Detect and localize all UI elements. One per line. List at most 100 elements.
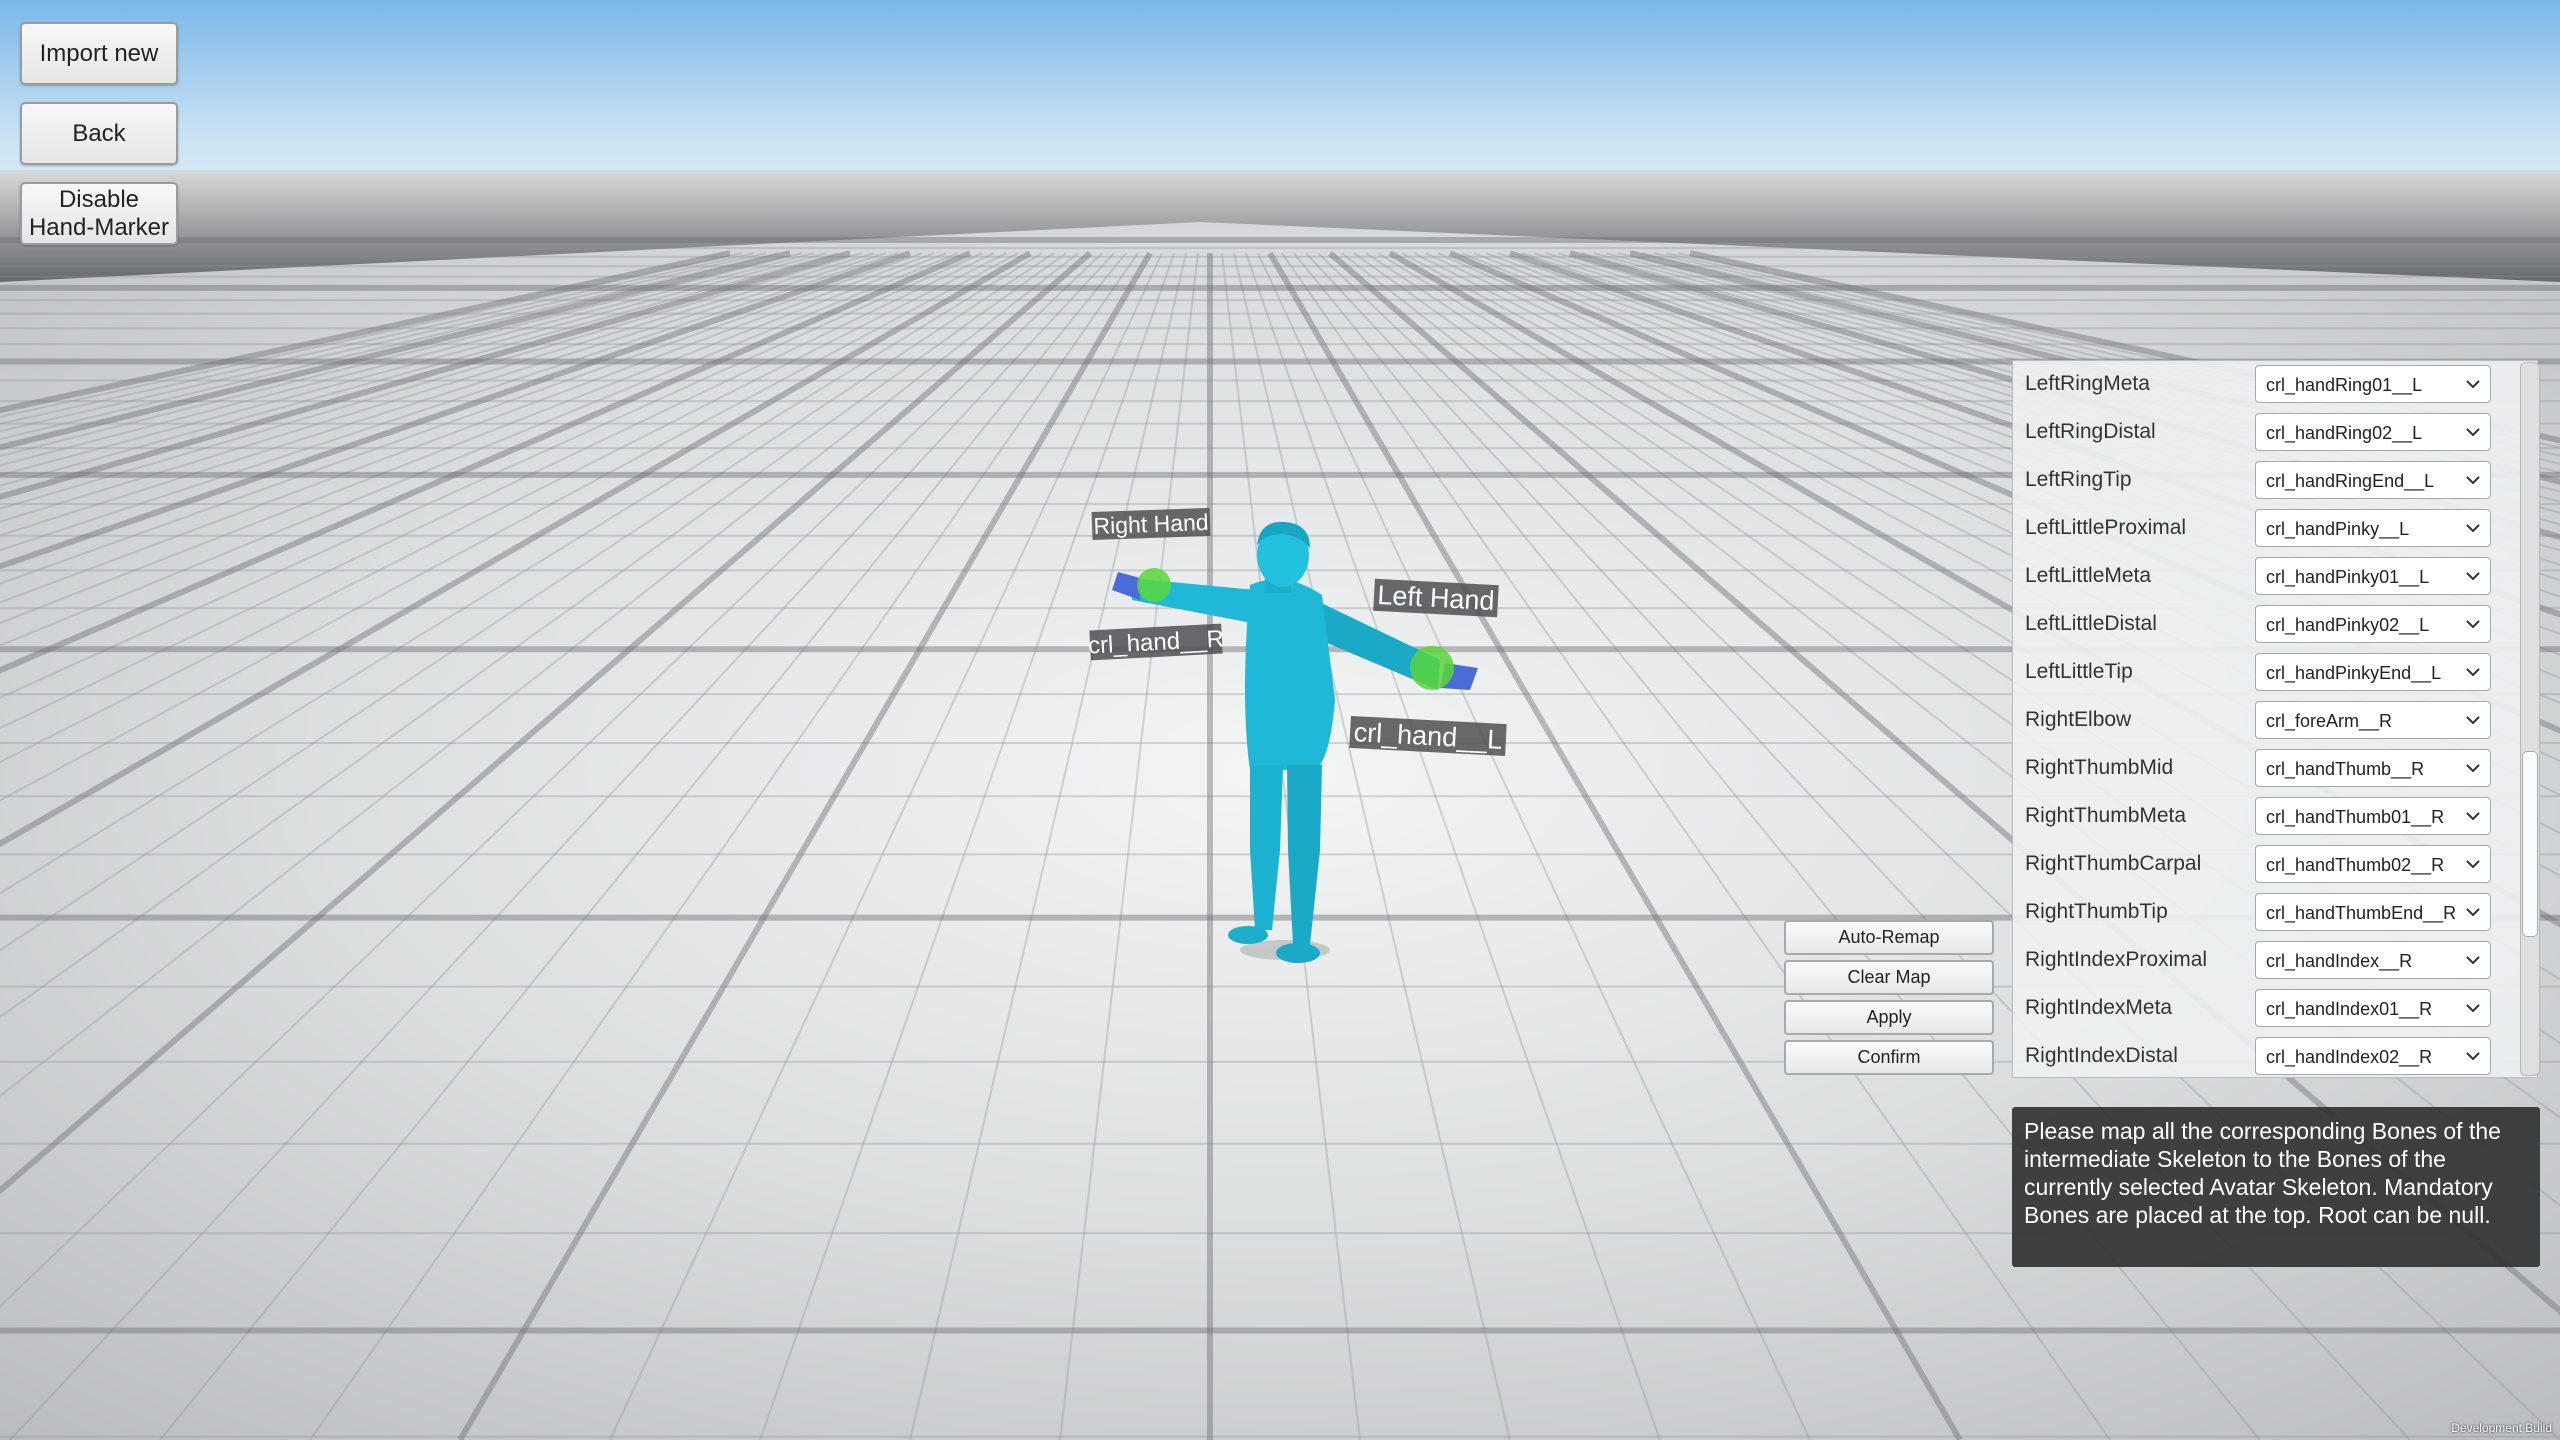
back-button[interactable]: Back [20,102,178,165]
bone-label: LeftLittleDistal [2025,612,2157,635]
mapping-row: LeftLittleTip crl_handPinkyEnd__L [2013,649,2513,697]
chevron-down-icon [2466,524,2480,533]
dropdown-value: crl_handIndex02__R [2266,1047,2433,1067]
chevron-down-icon [2466,668,2480,677]
mapping-row: RightThumbTip crl_handThumbEnd__R [2013,889,2513,937]
confirm-label: Confirm [1857,1047,1921,1067]
bone-label: RightThumbMid [2025,756,2174,779]
disable-hand-marker-line2: Hand-Marker [28,213,170,241]
chevron-down-icon [2466,428,2480,437]
right-hand-marker[interactable] [1137,568,1171,602]
bone-label: RightElbow [2025,708,2132,731]
bone-label: LeftLittleTip [2025,660,2133,683]
chevron-down-icon [2466,764,2480,773]
apply-button[interactable]: Apply [1784,1000,1994,1035]
chevron-down-icon [2466,812,2480,821]
import-new-label: Import new [39,39,159,67]
dropdown-value: crl_handPinky02__L [2266,615,2430,635]
bone-dropdown[interactable]: crl_handPinky02__L [2255,605,2491,643]
bone-dropdown[interactable]: crl_handThumb01__R [2255,797,2491,835]
bone-label: LeftRingTip [2025,468,2132,491]
back-label: Back [72,119,126,147]
mapping-row: LeftRingDistal crl_handRing02__L [2013,409,2513,457]
bone-dropdown[interactable]: crl_handThumb__R [2255,749,2491,787]
dropdown-value: crl_handIndex__R [2266,951,2413,971]
bone-dropdown[interactable]: crl_handIndex02__R [2255,1037,2491,1075]
bone-dropdown[interactable]: crl_handPinky01__L [2255,557,2491,595]
bone-dropdown[interactable]: crl_handPinkyEnd__L [2255,653,2491,691]
import-new-button[interactable]: Import new [20,22,178,85]
bone-dropdown[interactable]: crl_handPinky__L [2255,509,2491,547]
instructions-text: Please map all the corresponding Bones o… [2024,1118,2501,1228]
chevron-down-icon [2466,956,2480,965]
dropdown-value: crl_handThumbEnd__R [2266,903,2457,923]
dropdown-value: crl_handRing02__L [2266,423,2423,443]
bone-dropdown[interactable]: crl_handRing02__L [2255,413,2491,451]
dropdown-value: crl_handRingEnd__L [2266,471,2435,491]
mapping-row: LeftLittleDistal crl_handPinky02__L [2013,601,2513,649]
chevron-down-icon [2466,1004,2480,1013]
bone-label: RightThumbCarpal [2025,852,2202,875]
dropdown-value: crl_handThumb02__R [2266,855,2445,875]
dropdown-value: crl_handIndex01__R [2266,999,2433,1019]
mapping-row: RightThumbCarpal crl_handThumb02__R [2013,841,2513,889]
chevron-down-icon [2466,620,2480,629]
bone-label: RightThumbTip [2025,900,2168,923]
left-hand-label: Left Hand [1377,580,1496,616]
mapping-row: RightThumbMeta crl_handThumb01__R [2013,793,2513,841]
bone-dropdown[interactable]: crl_foreArm__R [2255,701,2491,739]
mapping-row: RightIndexMeta crl_handIndex01__R [2013,985,2513,1033]
bone-label: RightIndexDistal [2025,1044,2178,1067]
dropdown-value: crl_foreArm__R [2266,711,2393,731]
disable-hand-marker-label: Disable Hand-Marker [29,186,169,242]
scrollbar-thumb[interactable] [2522,751,2538,937]
bone-label: LeftLittleMeta [2025,564,2152,587]
dropdown-value: crl_handPinky01__L [2266,567,2430,587]
bone-dropdown[interactable]: crl_handIndex__R [2255,941,2491,979]
clear-map-label: Clear Map [1847,967,1931,987]
dropdown-value: crl_handPinkyEnd__L [2266,663,2442,683]
auto-remap-label: Auto-Remap [1838,927,1940,947]
dropdown-value: crl_handPinky__L [2266,519,2410,539]
mapping-row: LeftRingTip crl_handRingEnd__L [2013,457,2513,505]
mapping-row: RightIndexProximal crl_handIndex__R [2013,937,2513,985]
clear-map-button[interactable]: Clear Map [1784,960,1994,995]
auto-remap-button[interactable]: Auto-Remap [1784,920,1994,955]
dropdown-value: crl_handThumb__R [2266,759,2425,779]
apply-label: Apply [1866,1007,1912,1027]
bone-dropdown[interactable]: crl_handRing01__L [2255,365,2491,403]
disable-hand-marker-line1: Disable [58,185,140,213]
mapping-row: LeftRingMeta crl_handRing01__L [2013,361,2513,409]
bone-dropdown[interactable]: crl_handRingEnd__L [2255,461,2491,499]
instructions-tooltip: Please map all the corresponding Bones o… [2012,1107,2540,1267]
chevron-down-icon [2466,380,2480,389]
right-hand-label: Right Hand [1093,509,1209,539]
chevron-down-icon [2466,572,2480,581]
confirm-button[interactable]: Confirm [1784,1040,1994,1075]
bone-label: LeftLittleProximal [2025,516,2187,539]
chevron-down-icon [2466,860,2480,869]
mapping-row: RightElbow crl_foreArm__R [2013,697,2513,745]
chevron-down-icon [2466,716,2480,725]
dropdown-value: crl_handThumb01__R [2266,807,2445,827]
bone-mapping-panel[interactable]: LeftRingMeta crl_handRing01__L LeftRingD… [2012,360,2538,1078]
bone-dropdown[interactable]: crl_handThumb02__R [2255,845,2491,883]
dropdown-value: crl_handRing01__L [2266,375,2423,395]
bone-dropdown[interactable]: crl_handIndex01__R [2255,989,2491,1027]
chevron-down-icon [2466,908,2480,917]
bone-label: RightIndexProximal [2025,948,2208,971]
bone-label: LeftRingDistal [2025,420,2156,443]
bone-label: LeftRingMeta [2025,372,2150,395]
chevron-down-icon [2466,476,2480,485]
mapping-row: LeftLittleMeta crl_handPinky01__L [2013,553,2513,601]
bone-label: RightThumbMeta [2025,804,2187,827]
bone-dropdown[interactable]: crl_handThumbEnd__R [2255,893,2491,931]
left-hand-marker[interactable] [1410,646,1454,690]
mapping-row: RightThumbMid crl_handThumb__R [2013,745,2513,793]
mapping-scrollbar[interactable] [2520,362,2540,1076]
disable-hand-marker-button[interactable]: Disable Hand-Marker [20,182,178,245]
mapping-row: LeftLittleProximal crl_handPinky__L [2013,505,2513,553]
chevron-down-icon [2466,1052,2480,1061]
mapping-row: RightIndexDistal crl_handIndex02__R [2013,1033,2513,1077]
development-build-label: Development Build [2451,1421,2552,1435]
